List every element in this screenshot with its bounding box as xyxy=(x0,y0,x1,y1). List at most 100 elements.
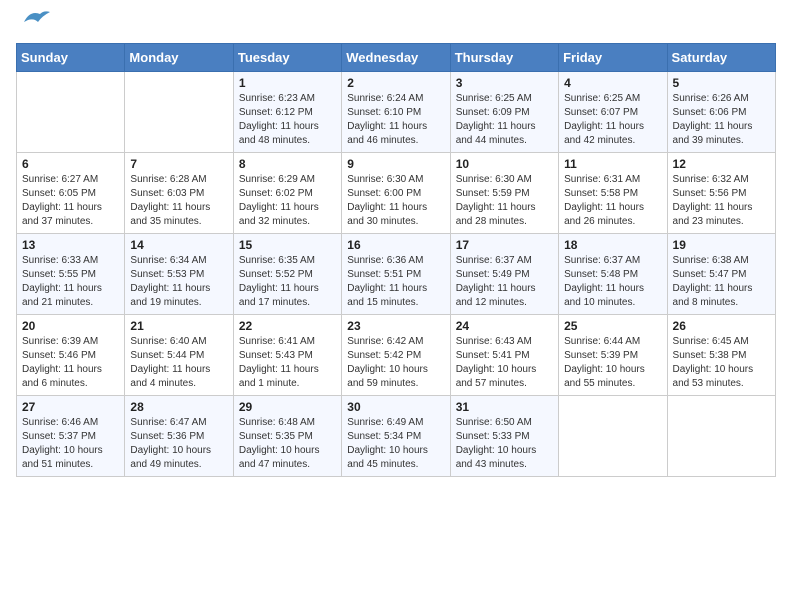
day-number: 1 xyxy=(239,76,336,90)
day-number: 4 xyxy=(564,76,661,90)
day-info: Sunrise: 6:43 AM Sunset: 5:41 PM Dayligh… xyxy=(456,335,553,391)
calendar-cell xyxy=(559,396,667,477)
sunset-label: Sunset: xyxy=(456,269,490,280)
sunset-label: Sunset: xyxy=(673,269,707,280)
sunrise-label: Sunrise: xyxy=(673,174,710,185)
sunset-label: Sunset: xyxy=(130,431,164,442)
calendar-cell xyxy=(17,72,125,153)
sunset-label: Sunset: xyxy=(347,107,381,118)
sunrise-label: Sunrise: xyxy=(130,255,167,266)
sunrise-label: Sunrise: xyxy=(22,336,59,347)
daylight-label: Daylight: xyxy=(456,445,495,456)
day-number: 17 xyxy=(456,238,553,252)
sunrise-label: Sunrise: xyxy=(673,255,710,266)
daylight-label: Daylight: xyxy=(456,202,495,213)
calendar-cell: 23 Sunrise: 6:42 AM Sunset: 5:42 PM Dayl… xyxy=(342,315,450,396)
weekday-header: Tuesday xyxy=(233,44,341,72)
day-number: 20 xyxy=(22,319,119,333)
day-number: 19 xyxy=(673,238,770,252)
daylight-label: Daylight: xyxy=(673,202,712,213)
sunrise-label: Sunrise: xyxy=(456,336,493,347)
sunrise-label: Sunrise: xyxy=(564,255,601,266)
calendar-cell: 18 Sunrise: 6:37 AM Sunset: 5:48 PM Dayl… xyxy=(559,234,667,315)
weekday-header: Thursday xyxy=(450,44,558,72)
logo-bird-icon xyxy=(20,8,52,30)
calendar-cell: 20 Sunrise: 6:39 AM Sunset: 5:46 PM Dayl… xyxy=(17,315,125,396)
day-info: Sunrise: 6:30 AM Sunset: 5:59 PM Dayligh… xyxy=(456,173,553,229)
sunset-label: Sunset: xyxy=(456,350,490,361)
sunset-label: Sunset: xyxy=(239,350,273,361)
day-number: 12 xyxy=(673,157,770,171)
calendar-cell: 22 Sunrise: 6:41 AM Sunset: 5:43 PM Dayl… xyxy=(233,315,341,396)
daylight-label: Daylight: xyxy=(130,364,169,375)
day-number: 30 xyxy=(347,400,444,414)
sunrise-label: Sunrise: xyxy=(239,93,276,104)
day-info: Sunrise: 6:47 AM Sunset: 5:36 PM Dayligh… xyxy=(130,416,227,472)
sunrise-label: Sunrise: xyxy=(239,255,276,266)
day-info: Sunrise: 6:37 AM Sunset: 5:49 PM Dayligh… xyxy=(456,254,553,310)
calendar-table: SundayMondayTuesdayWednesdayThursdayFrid… xyxy=(16,43,776,477)
day-info: Sunrise: 6:28 AM Sunset: 6:03 PM Dayligh… xyxy=(130,173,227,229)
day-info: Sunrise: 6:38 AM Sunset: 5:47 PM Dayligh… xyxy=(673,254,770,310)
sunrise-label: Sunrise: xyxy=(456,255,493,266)
day-number: 7 xyxy=(130,157,227,171)
day-info: Sunrise: 6:34 AM Sunset: 5:53 PM Dayligh… xyxy=(130,254,227,310)
weekday-header: Monday xyxy=(125,44,233,72)
sunset-label: Sunset: xyxy=(564,188,598,199)
day-info: Sunrise: 6:30 AM Sunset: 6:00 PM Dayligh… xyxy=(347,173,444,229)
weekday-header: Wednesday xyxy=(342,44,450,72)
day-info: Sunrise: 6:36 AM Sunset: 5:51 PM Dayligh… xyxy=(347,254,444,310)
calendar-cell: 19 Sunrise: 6:38 AM Sunset: 5:47 PM Dayl… xyxy=(667,234,775,315)
calendar-cell: 6 Sunrise: 6:27 AM Sunset: 6:05 PM Dayli… xyxy=(17,153,125,234)
day-info: Sunrise: 6:31 AM Sunset: 5:58 PM Dayligh… xyxy=(564,173,661,229)
daylight-label: Daylight: xyxy=(347,202,386,213)
daylight-label: Daylight: xyxy=(673,283,712,294)
sunset-label: Sunset: xyxy=(239,269,273,280)
day-info: Sunrise: 6:42 AM Sunset: 5:42 PM Dayligh… xyxy=(347,335,444,391)
calendar-week-row: 13 Sunrise: 6:33 AM Sunset: 5:55 PM Dayl… xyxy=(17,234,776,315)
daylight-label: Daylight: xyxy=(130,202,169,213)
day-number: 6 xyxy=(22,157,119,171)
sunset-label: Sunset: xyxy=(22,350,56,361)
daylight-label: Daylight: xyxy=(22,364,61,375)
sunset-label: Sunset: xyxy=(347,431,381,442)
sunrise-label: Sunrise: xyxy=(130,417,167,428)
daylight-label: Daylight: xyxy=(22,283,61,294)
day-info: Sunrise: 6:48 AM Sunset: 5:35 PM Dayligh… xyxy=(239,416,336,472)
daylight-label: Daylight: xyxy=(564,364,603,375)
sunset-label: Sunset: xyxy=(239,188,273,199)
day-info: Sunrise: 6:26 AM Sunset: 6:06 PM Dayligh… xyxy=(673,92,770,148)
calendar-cell: 4 Sunrise: 6:25 AM Sunset: 6:07 PM Dayli… xyxy=(559,72,667,153)
calendar-cell: 3 Sunrise: 6:25 AM Sunset: 6:09 PM Dayli… xyxy=(450,72,558,153)
day-number: 15 xyxy=(239,238,336,252)
calendar-week-row: 1 Sunrise: 6:23 AM Sunset: 6:12 PM Dayli… xyxy=(17,72,776,153)
day-info: Sunrise: 6:49 AM Sunset: 5:34 PM Dayligh… xyxy=(347,416,444,472)
daylight-label: Daylight: xyxy=(22,202,61,213)
day-info: Sunrise: 6:23 AM Sunset: 6:12 PM Dayligh… xyxy=(239,92,336,148)
sunset-label: Sunset: xyxy=(130,269,164,280)
sunset-label: Sunset: xyxy=(673,107,707,118)
weekday-header: Saturday xyxy=(667,44,775,72)
daylight-label: Daylight: xyxy=(239,364,278,375)
calendar-cell: 5 Sunrise: 6:26 AM Sunset: 6:06 PM Dayli… xyxy=(667,72,775,153)
sunset-label: Sunset: xyxy=(22,188,56,199)
sunset-label: Sunset: xyxy=(347,350,381,361)
weekday-header: Sunday xyxy=(17,44,125,72)
sunset-label: Sunset: xyxy=(22,269,56,280)
sunrise-label: Sunrise: xyxy=(673,93,710,104)
sunrise-label: Sunrise: xyxy=(347,336,384,347)
daylight-label: Daylight: xyxy=(564,283,603,294)
daylight-label: Daylight: xyxy=(456,283,495,294)
daylight-label: Daylight: xyxy=(456,364,495,375)
daylight-label: Daylight: xyxy=(239,445,278,456)
sunrise-label: Sunrise: xyxy=(347,417,384,428)
daylight-label: Daylight: xyxy=(22,445,61,456)
day-info: Sunrise: 6:44 AM Sunset: 5:39 PM Dayligh… xyxy=(564,335,661,391)
daylight-label: Daylight: xyxy=(130,283,169,294)
calendar-cell: 29 Sunrise: 6:48 AM Sunset: 5:35 PM Dayl… xyxy=(233,396,341,477)
sunset-label: Sunset: xyxy=(456,188,490,199)
daylight-label: Daylight: xyxy=(239,121,278,132)
day-number: 3 xyxy=(456,76,553,90)
sunrise-label: Sunrise: xyxy=(564,336,601,347)
day-number: 14 xyxy=(130,238,227,252)
